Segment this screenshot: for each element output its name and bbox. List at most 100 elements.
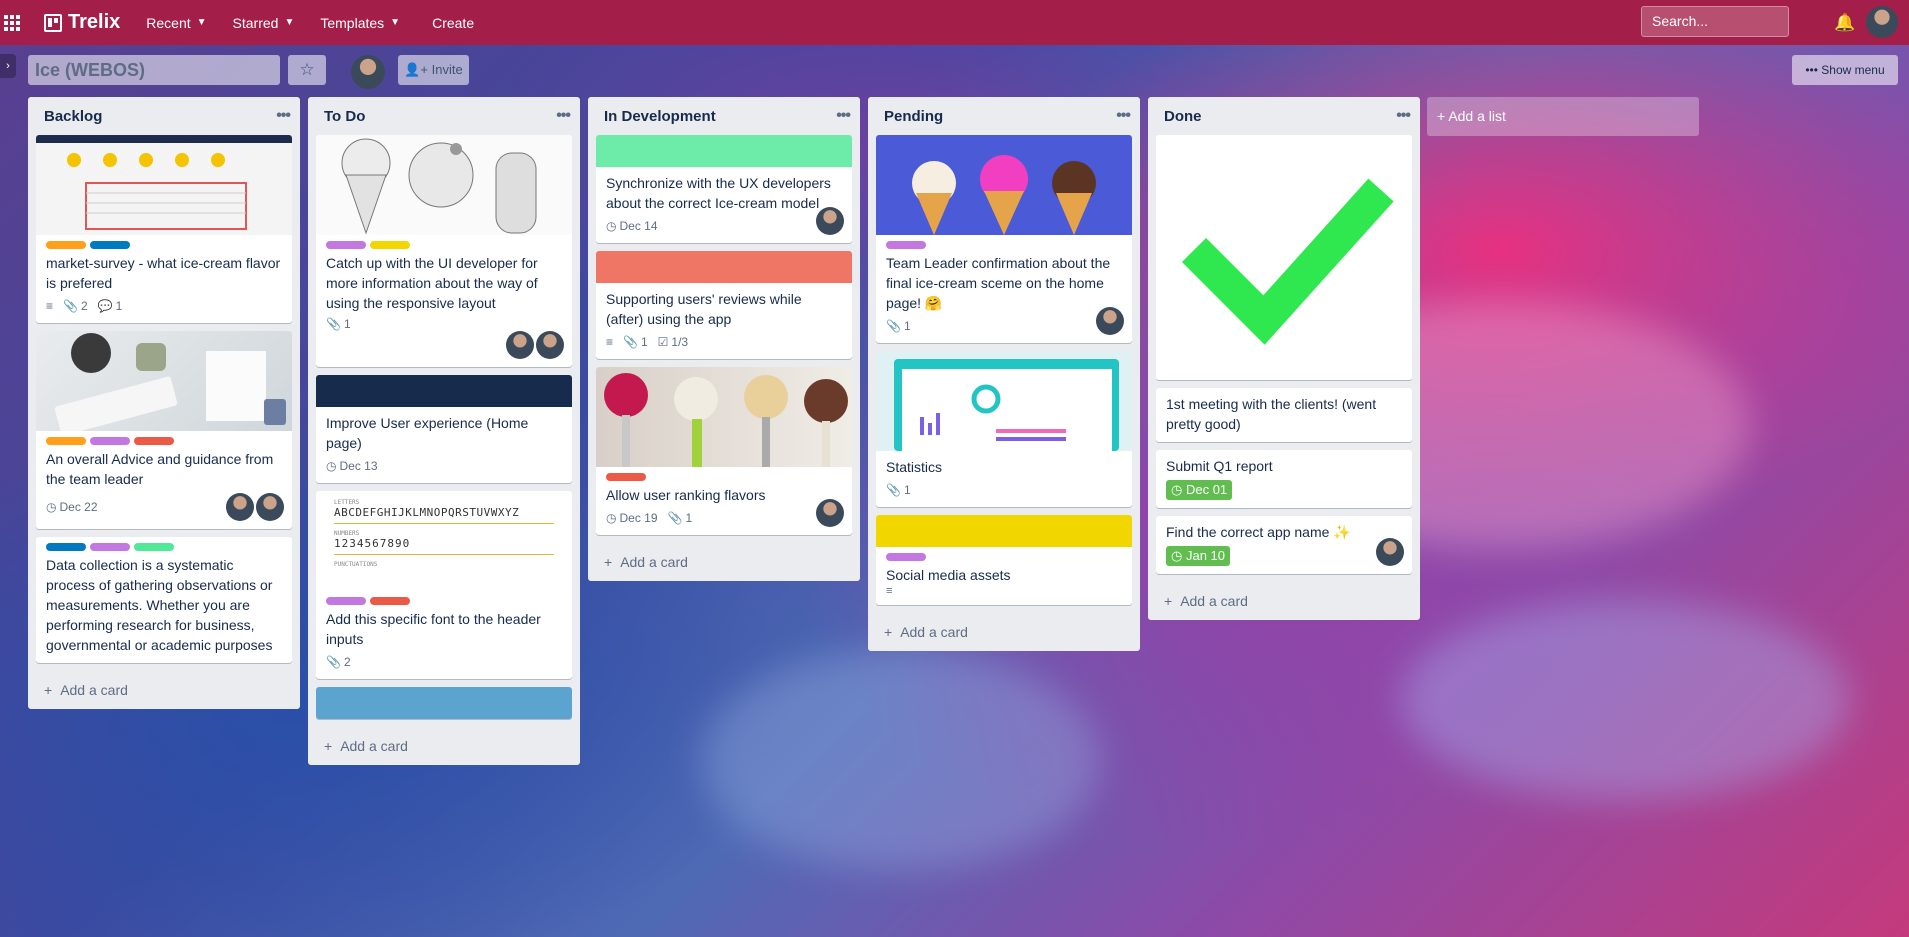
card[interactable]: Submit Q1 report ◷ Dec 01 (1156, 450, 1412, 508)
list-title[interactable]: In Development (604, 108, 716, 125)
card[interactable] (316, 687, 572, 719)
card[interactable]: Supporting users' reviews while (after) … (596, 251, 852, 359)
add-card-label: Add a card (60, 682, 128, 698)
card[interactable]: Allow user ranking flavors ◷ Dec 19 📎 1 (596, 367, 852, 535)
clock-icon: ◷ (326, 459, 337, 473)
list-todo: To Do ••• Catch up with the UI developer … (308, 97, 580, 765)
list-menu-icon[interactable]: ••• (556, 107, 571, 125)
card[interactable]: Statistics 📎 1 (876, 351, 1132, 507)
add-card-button[interactable]: + Add a card (868, 613, 1140, 651)
attachment-count: 2 (80, 299, 88, 313)
member-avatar[interactable] (536, 331, 564, 359)
list-menu-icon[interactable]: ••• (1396, 107, 1411, 125)
search-input[interactable]: Search... (1641, 6, 1789, 37)
card-cover-color (316, 375, 572, 407)
card[interactable]: 1st meeting with the clients! (went pret… (1156, 388, 1412, 442)
card[interactable]: Catch up with the UI developer for more … (316, 135, 572, 367)
add-card-button[interactable]: + Add a card (1148, 582, 1420, 620)
app-logo-text: Trelix (68, 11, 121, 33)
user-avatar[interactable] (1866, 6, 1898, 38)
card-cover-color (596, 251, 852, 283)
comment-count: 1 (115, 299, 123, 313)
font-punct-caption: PUNCTUATIONS (334, 561, 378, 568)
member-avatar[interactable] (256, 493, 284, 521)
card-cover-color (596, 135, 852, 167)
add-card-label: Add a card (620, 554, 688, 570)
card[interactable]: Improve User experience (Home page) ◷ Dec… (316, 375, 572, 483)
list-menu-icon[interactable]: ••• (836, 107, 851, 125)
checklist-count: 1/3 (671, 335, 689, 349)
card-title: Add this specific font to the header inp… (326, 611, 541, 647)
list-title[interactable]: Pending (884, 108, 943, 125)
add-person-icon: 👤+ (404, 62, 429, 77)
nav-starred-label: Starred (232, 14, 279, 31)
attachment-icon: 📎 (623, 335, 638, 349)
checklist-icon: ☑ (657, 335, 669, 349)
add-card-label: Add a card (340, 738, 408, 754)
member-avatar[interactable] (226, 493, 254, 521)
add-card-button[interactable]: + Add a card (28, 671, 300, 709)
due-date: Dec 19 (619, 511, 658, 525)
card[interactable]: An overall Advice and guidance from the … (36, 331, 292, 529)
list-menu-icon[interactable]: ••• (276, 107, 291, 125)
member-avatar[interactable] (816, 207, 844, 235)
member-avatar[interactable] (351, 55, 385, 89)
member-avatar[interactable] (1376, 538, 1404, 566)
attachment-icon: 📎 (886, 319, 901, 333)
add-card-button[interactable]: + Add a card (308, 727, 580, 765)
member-avatar[interactable] (1096, 307, 1124, 335)
member-avatar[interactable] (506, 331, 534, 359)
card[interactable]: LETTERS ABCDEFGHIJKLMNOPQRSTUVWXYZ NUMBE… (316, 491, 572, 679)
add-card-button[interactable]: + Add a card (588, 543, 860, 581)
nav-recent-label: Recent (146, 14, 191, 31)
board-title[interactable]: Ice (WEBOS) (28, 55, 280, 85)
add-list-button[interactable]: + Add a list (1427, 97, 1699, 136)
board-logo-icon (44, 13, 62, 32)
plus-icon: + (1164, 593, 1173, 609)
show-menu-button[interactable]: ••• Show menu (1792, 55, 1898, 85)
clock-icon: ◷ (46, 500, 57, 514)
card-members (816, 499, 844, 527)
due-date: Jan 10 (1185, 548, 1226, 563)
font-letters-sample: ABCDEFGHIJKLMNOPQRSTUVWXYZ (334, 506, 554, 524)
star-icon[interactable]: ☆ (288, 55, 326, 85)
card-title: Team Leader confirmation about the final… (886, 255, 1111, 311)
list-title[interactable]: To Do (324, 108, 365, 125)
nav-create-button[interactable]: Create (432, 15, 474, 31)
card-cover-color (316, 687, 572, 719)
card[interactable]: Team Leader confirmation about the final… (876, 135, 1132, 343)
list-title[interactable]: Done (1164, 108, 1202, 125)
nav-starred-button[interactable]: Starred ▼ (233, 15, 295, 31)
chevron-down-icon: ▼ (284, 17, 295, 28)
card-cover-color (876, 515, 1132, 547)
card-title: Submit Q1 report (1166, 458, 1273, 474)
card[interactable] (1156, 135, 1412, 380)
nav-recent-button[interactable]: Recent ▼ (146, 15, 206, 31)
nav-templates-label: Templates (320, 14, 385, 31)
card[interactable]: Data collection is a systematic process … (36, 537, 292, 663)
nav-templates-button[interactable]: Templates ▼ (320, 15, 400, 31)
bell-icon[interactable]: 🔔 (1834, 13, 1855, 33)
list-pending: Pending ••• Team Leader confirmation abou… (868, 97, 1140, 651)
card[interactable]: Synchronize with the UX developers about… (596, 135, 852, 243)
top-nav-bar: Trelix Recent ▼ Starred ▼ Templates ▼ Creat… (0, 0, 1909, 45)
card[interactable]: Social media assets ≡ (876, 515, 1132, 605)
invite-label: Invite (431, 62, 463, 77)
sidebar-expand-button[interactable]: › (0, 54, 16, 78)
card[interactable]: Find the correct app name ✨ ◷ Jan 10 (1156, 516, 1412, 574)
chevron-down-icon: ▼ (196, 17, 207, 28)
member-avatar[interactable] (816, 499, 844, 527)
card[interactable]: market-survey - what ice-cream flavor is… (36, 135, 292, 323)
apps-grid-icon[interactable] (0, 14, 24, 31)
show-menu-label: Show menu (1821, 63, 1885, 77)
card-title: Allow user ranking flavors (606, 487, 766, 503)
add-card-label: Add a card (900, 624, 968, 640)
checkmark-icon (1156, 135, 1412, 380)
invite-button[interactable]: 👤+ Invite (398, 55, 469, 85)
nav-create-label: Create (432, 14, 475, 31)
app-logo[interactable]: Trelix (44, 11, 120, 34)
list-menu-icon[interactable]: ••• (1116, 107, 1131, 125)
list-title[interactable]: Backlog (44, 108, 102, 125)
description-icon: ≡ (886, 585, 893, 597)
add-card-label: Add a card (1180, 593, 1248, 609)
